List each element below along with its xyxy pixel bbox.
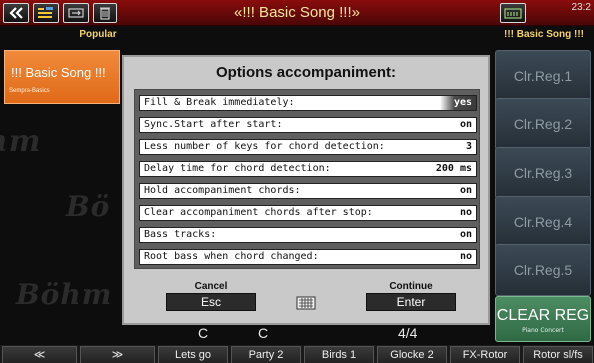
option-sync-start[interactable]: Sync.Start after start: on bbox=[139, 117, 477, 133]
back-double-chevron-icon[interactable] bbox=[3, 3, 29, 23]
registration-button-5[interactable]: Clr.Reg.5 bbox=[495, 244, 591, 296]
tab-rotor-slfs[interactable]: Rotor sl/fs bbox=[523, 346, 593, 363]
option-fill-break[interactable]: Fill & Break immediately: yes bbox=[139, 95, 477, 111]
tab-birds-1[interactable]: Birds 1 bbox=[304, 346, 374, 363]
tab-fx-rotor[interactable]: FX-Rotor bbox=[450, 346, 520, 363]
tab-scroll-left[interactable]: ≪ bbox=[2, 346, 77, 363]
esc-button[interactable]: Esc bbox=[166, 293, 256, 311]
option-hold-chords[interactable]: Hold accompaniment chords: on bbox=[139, 183, 477, 199]
current-song-label: !!! Basic Song !!! bbox=[504, 29, 584, 40]
song-folder: Sempra-Basics bbox=[9, 88, 50, 94]
clear-reg-button[interactable]: CLEAR REG Piano Concert bbox=[495, 296, 591, 342]
bottom-tab-bar: ≪ ≫ Lets go Party 2 Birds 1 Glocke 2 FX-… bbox=[0, 345, 594, 363]
option-chord-keys[interactable]: Less number of keys for chord detection:… bbox=[139, 139, 477, 155]
usb-icon[interactable] bbox=[63, 3, 89, 23]
bass-chord-display: C bbox=[258, 325, 269, 341]
song-name: !!! Basic Song !!! bbox=[11, 65, 106, 80]
trash-icon[interactable] bbox=[93, 3, 117, 23]
option-clear-chords[interactable]: Clear accompaniment chords after stop: n… bbox=[139, 205, 477, 221]
registration-button-4[interactable]: Clr.Reg.4 bbox=[495, 196, 591, 248]
window-title: «!!! Basic Song !!!» bbox=[234, 4, 360, 21]
registration-button-2[interactable]: Clr.Reg.2 bbox=[495, 98, 591, 150]
continue-caption: Continue bbox=[389, 281, 433, 292]
option-root-bass[interactable]: Root bass when chord changed: no bbox=[139, 249, 477, 265]
tab-lets-go[interactable]: Lets go bbox=[158, 346, 228, 363]
category-label: Popular bbox=[0, 27, 196, 42]
chord-display: C bbox=[198, 325, 209, 341]
bohm-watermark-logo: hm bbox=[0, 124, 42, 159]
keyboard-icon[interactable] bbox=[296, 295, 316, 314]
registration-icon[interactable] bbox=[500, 3, 526, 23]
top-bar: «!!! Basic Song !!!» 23:2 bbox=[0, 0, 594, 26]
enter-button[interactable]: Enter bbox=[366, 293, 456, 311]
cancel-caption: Cancel bbox=[194, 281, 228, 292]
song-tile[interactable]: !!! Basic Song !!! Sempra-Basics bbox=[4, 50, 120, 104]
option-bass-tracks[interactable]: Bass tracks: on bbox=[139, 227, 477, 243]
bohm-watermark-logo: Böhm bbox=[16, 278, 113, 311]
meter-display: 4/4 bbox=[398, 325, 418, 341]
tab-scroll-right[interactable]: ≫ bbox=[80, 346, 155, 363]
bohm-watermark-logo: Bö bbox=[66, 190, 111, 223]
menu-icon[interactable] bbox=[33, 3, 59, 23]
registration-button-1[interactable]: Clr.Reg.1 bbox=[495, 50, 591, 102]
option-chord-delay[interactable]: Delay time for chord detection: 200 ms bbox=[139, 161, 477, 177]
dialog-title: Options accompaniment: bbox=[215, 64, 397, 81]
tab-glocke-2[interactable]: Glocke 2 bbox=[377, 346, 447, 363]
registration-button-3[interactable]: Clr.Reg.3 bbox=[495, 147, 591, 199]
tab-party-2[interactable]: Party 2 bbox=[231, 346, 301, 363]
options-list: Fill & Break immediately: yes Sync.Start… bbox=[134, 89, 480, 269]
options-dialog: Options accompaniment: Fill & Break imme… bbox=[122, 55, 490, 325]
clock: 23:2 bbox=[571, 2, 591, 13]
